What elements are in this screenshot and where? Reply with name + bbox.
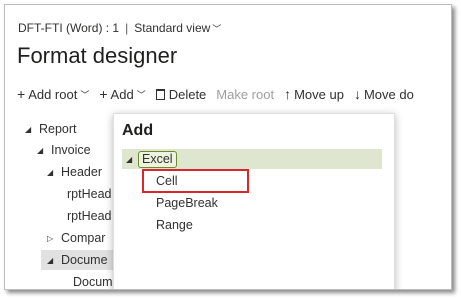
collapse-triangle-icon[interactable]: ◢: [37, 146, 51, 155]
collapse-triangle-icon[interactable]: ◢: [47, 168, 61, 177]
toolbar: + Add root ﹀ + Add ﹀ Delete Make root ↑ …: [17, 84, 424, 104]
delete-label: Delete: [168, 86, 207, 102]
tree-node-header[interactable]: ◢ Header: [47, 162, 102, 182]
add-button[interactable]: + Add ﹀: [99, 86, 145, 102]
popup-item-pagebreak[interactable]: PageBreak: [156, 193, 218, 213]
make-root-label: Make root: [216, 86, 275, 102]
cell-highlight-box: [142, 169, 249, 193]
tree-node-label: rptHead: [67, 187, 112, 201]
add-root-button[interactable]: + Add root ﹀: [17, 86, 89, 102]
popup-item-label: Range: [156, 218, 193, 232]
tree-node-document-child[interactable]: Docum: [73, 272, 113, 289]
breadcrumb-format: DFT-FTI (Word) : 1: [18, 21, 120, 35]
popup-item-excel[interactable]: ◢ Excel: [122, 149, 382, 169]
excel-label: Excel: [138, 150, 177, 168]
tree-node-report[interactable]: ◢ Report: [25, 119, 77, 139]
collapse-triangle-icon[interactable]: ◢: [122, 155, 138, 164]
add-root-label: Add root: [28, 86, 78, 102]
arrow-up-icon: ↑: [284, 86, 292, 102]
plus-icon: +: [17, 86, 26, 102]
tree-node-company[interactable]: ▷ Compar: [47, 228, 105, 248]
popup-title: Add: [122, 122, 154, 139]
delete-button[interactable]: Delete: [155, 86, 207, 102]
add-label: Add: [110, 86, 134, 102]
breadcrumb-separator: |: [125, 21, 129, 35]
tree-node-label: Docum: [73, 275, 113, 289]
tree-node-label: rptHead: [67, 209, 112, 223]
tree-node-label: Invoice: [51, 143, 91, 157]
tree-node-rpthead-1[interactable]: rptHead: [67, 184, 111, 204]
move-up-label: Move up: [294, 86, 344, 102]
app-frame: DFT-FTI (Word) : 1 | Standard view ﹀ Format…: [4, 4, 452, 290]
view-label: Standard view: [134, 21, 211, 35]
popup-item-range[interactable]: Range: [156, 215, 193, 235]
add-popup: Add ◢ Excel Cell PageBreak Range: [113, 113, 395, 289]
popup-item-label: PageBreak: [156, 196, 218, 210]
tree-node-label: Report: [39, 122, 77, 136]
breadcrumb: DFT-FTI (Word) : 1 | Standard view ﹀: [18, 21, 221, 35]
chevron-down-icon: ﹀: [136, 89, 146, 100]
chevron-down-icon: ﹀: [212, 24, 222, 34]
tree-node-label: Docume: [61, 253, 108, 267]
arrow-down-icon: ↓: [353, 86, 361, 102]
trash-icon: [155, 88, 165, 100]
move-down-button[interactable]: ↓ Move do: [354, 86, 414, 102]
make-root-button[interactable]: Make root: [216, 87, 274, 102]
tree-node-invoice[interactable]: ◢ Invoice: [37, 140, 91, 160]
view-selector[interactable]: Standard view ﹀: [134, 21, 221, 35]
expand-triangle-icon[interactable]: ▷: [47, 234, 61, 243]
collapse-triangle-icon[interactable]: ◢: [25, 125, 39, 134]
tree-node-label: Header: [61, 165, 102, 179]
page-title: Format designer: [17, 43, 178, 68]
move-up-button[interactable]: ↑ Move up: [284, 86, 344, 102]
tree-node-rpthead-2[interactable]: rptHead: [67, 206, 111, 226]
collapse-triangle-icon[interactable]: ◢: [47, 256, 61, 265]
plus-icon: +: [99, 86, 108, 102]
chevron-down-icon: ﹀: [80, 89, 90, 100]
move-down-label: Move do: [363, 86, 414, 102]
tree-node-label: Compar: [61, 231, 106, 245]
